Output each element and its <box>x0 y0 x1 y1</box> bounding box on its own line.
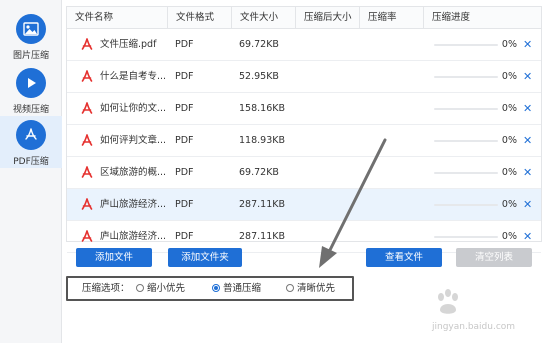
file-size: 52.95KB <box>239 71 279 82</box>
radio-selected-icon <box>212 284 220 292</box>
pdf-file-icon <box>81 102 93 114</box>
delete-row-icon[interactable]: ✕ <box>523 157 532 189</box>
radio-size-priority[interactable]: 缩小优先 <box>136 278 185 299</box>
file-name: 如何评判文章... <box>100 135 166 146</box>
table-row[interactable]: 区域旅游的概... PDF 69.72KB 0% ✕ <box>67 157 541 189</box>
pdf-file-icon <box>81 134 93 146</box>
pdf-file-icon <box>81 166 93 178</box>
file-format: PDF <box>175 103 194 114</box>
delete-row-icon[interactable]: ✕ <box>523 125 532 157</box>
file-size: 69.72KB <box>239 167 279 178</box>
clear-list-button[interactable]: 清空列表 <box>456 248 532 267</box>
progress-bar <box>434 204 498 206</box>
progress-bar <box>434 76 498 78</box>
table-row[interactable]: 如何评判文章... PDF 118.93KB 0% ✕ <box>67 125 541 157</box>
pdf-file-icon <box>81 198 93 210</box>
progress-bar <box>434 44 498 46</box>
table-row[interactable]: 什么是自考专... PDF 52.95KB 0% ✕ <box>67 61 541 93</box>
progress-percent: 0% <box>501 39 517 50</box>
image-icon <box>16 14 46 44</box>
column-header-compressed-size[interactable]: 压缩后大小 <box>295 7 359 29</box>
table-row[interactable]: 庐山旅游经济... PDF 287.11KB 0% ✕ <box>67 189 541 221</box>
file-format: PDF <box>175 71 194 82</box>
column-header-progress[interactable]: 压缩进度 <box>423 7 541 29</box>
watermark-text: jingyan.baidu.com <box>432 322 516 332</box>
file-size: 158.16KB <box>239 103 285 114</box>
file-format: PDF <box>175 199 194 210</box>
delete-row-icon[interactable]: ✕ <box>523 61 532 93</box>
add-folder-button[interactable]: 添加文件夹 <box>168 248 242 267</box>
progress-bar <box>434 140 498 142</box>
progress-bar <box>434 236 498 238</box>
table-header: 文件名称 文件格式 文件大小 压缩后大小 压缩率 压缩进度 <box>67 7 541 29</box>
progress-percent: 0% <box>501 167 517 178</box>
pdf-file-icon <box>81 70 93 82</box>
file-size: 118.93KB <box>239 135 285 146</box>
file-name: 区域旅游的概... <box>100 167 166 178</box>
radio-circle-icon <box>136 284 144 292</box>
file-size: 287.11KB <box>239 199 285 210</box>
sidebar-item-pdf-compress[interactable]: PDF压缩 <box>0 116 62 168</box>
radio-label: 清晰优先 <box>297 283 336 294</box>
file-format: PDF <box>175 135 194 146</box>
progress-percent: 0% <box>501 135 517 146</box>
pdf-file-icon <box>81 38 93 50</box>
progress-percent: 0% <box>501 199 517 210</box>
delete-row-icon[interactable]: ✕ <box>523 93 532 125</box>
sidebar-item-label: 视频压缩 <box>12 105 49 115</box>
progress-bar <box>434 108 498 110</box>
table-row[interactable]: 文件压缩.pdf PDF 69.72KB 0% ✕ <box>67 29 541 61</box>
sidebar-item-label: 图片压缩 <box>12 51 49 61</box>
progress-bar <box>434 172 498 174</box>
progress-percent: 0% <box>501 71 517 82</box>
radio-circle-icon <box>286 284 294 292</box>
file-name: 什么是自考专... <box>100 71 166 82</box>
radio-clarity-priority[interactable]: 清晰优先 <box>286 278 335 299</box>
radio-label: 缩小优先 <box>147 283 186 294</box>
column-header-format[interactable]: 文件格式 <box>167 7 231 29</box>
compression-options-label: 压缩选项： <box>82 283 130 294</box>
progress-percent: 0% <box>501 103 517 114</box>
play-icon <box>16 68 46 98</box>
baidu-watermark: jingyan.baidu.com <box>432 288 515 332</box>
table-row[interactable]: 如何让你的文... PDF 158.16KB 0% ✕ <box>67 93 541 125</box>
compression-options: 压缩选项： 缩小优先 普通压缩 清晰优先 <box>66 276 354 301</box>
sidebar: 图片压缩 视频压缩 PDF压缩 <box>0 0 62 343</box>
pdf-file-icon <box>81 230 93 242</box>
paw-logo-icon <box>438 289 458 314</box>
add-file-button[interactable]: 添加文件 <box>76 248 152 267</box>
table-scrollbar[interactable] <box>536 29 541 241</box>
radio-label: 普通压缩 <box>223 283 262 294</box>
column-header-name[interactable]: 文件名称 <box>67 7 167 29</box>
column-header-size[interactable]: 文件大小 <box>231 7 295 29</box>
file-size: 287.11KB <box>239 231 285 242</box>
delete-row-icon[interactable]: ✕ <box>523 29 532 61</box>
sidebar-item-label: PDF压缩 <box>13 157 49 167</box>
file-name: 庐山旅游经济... <box>100 199 166 210</box>
sidebar-item-image-compress[interactable]: 图片压缩 <box>0 14 62 70</box>
column-header-ratio[interactable]: 压缩率 <box>359 7 423 29</box>
file-name: 如何让你的文... <box>100 103 166 114</box>
view-file-button[interactable]: 查看文件 <box>366 248 442 267</box>
delete-row-icon[interactable]: ✕ <box>523 189 532 221</box>
file-name: 文件压缩.pdf <box>100 39 157 50</box>
file-size: 69.72KB <box>239 39 279 50</box>
radio-normal-compression[interactable]: 普通压缩 <box>212 278 261 299</box>
file-format: PDF <box>175 167 194 178</box>
file-table: 文件名称 文件格式 文件大小 压缩后大小 压缩率 压缩进度 文件压缩.pdf PD… <box>66 6 542 253</box>
pdf-logo-icon <box>16 120 46 150</box>
file-format: PDF <box>175 39 194 50</box>
